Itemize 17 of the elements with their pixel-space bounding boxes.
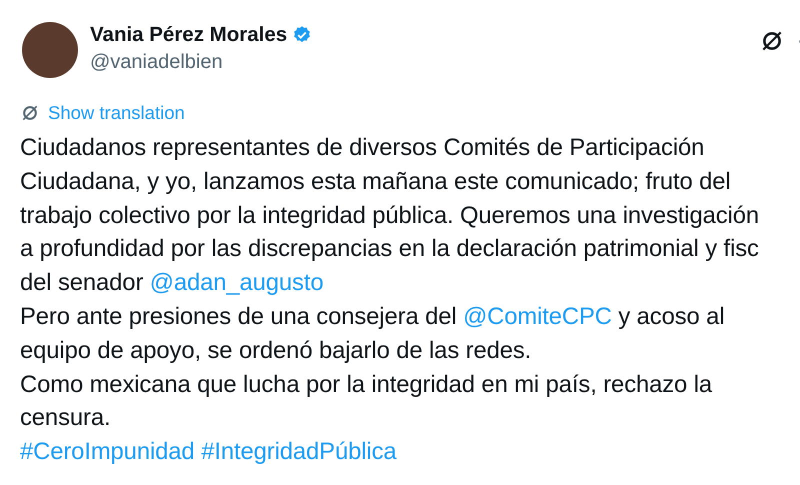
tweet-link[interactable]: @adan_augusto [150, 269, 324, 296]
slashed-circle-icon[interactable] [20, 103, 40, 123]
tweet-text-line: Ciudadana, y yo, lanzamos esta mañana este comunicado; fruto del [20, 166, 732, 197]
tweet-text-line: censura. [20, 403, 112, 434]
tweet-text-line: equipo de apoyo, se ordenó bajarlo de las redes. [20, 336, 532, 366]
tweet-text-line: Pero ante presiones de una consejera del @ComiteCPC y acoso al [20, 302, 726, 332]
author-handle: @vaniadelbien [90, 51, 224, 74]
show-translation-link[interactable]: Show translation [48, 102, 185, 124]
tweet-text-line: trabajo colectivo por la integridad pública. Queremos una investigación [20, 200, 760, 231]
tweet-link[interactable]: #CeroImpunidad [20, 438, 195, 466]
tweet-link[interactable]: @ComiteCPC [463, 302, 612, 330]
tweet-text-line: a profundidad por las discrepancias en la declaración patrimonial y fisc [20, 234, 760, 264]
tweet-text-line: Ciudadanos representantes de diversos Comités de Participación [20, 133, 706, 163]
author-name: Vania Pérez Morales [90, 23, 288, 47]
tweet-text-line: Como mexicana que lucha por la integridad en mi país, rechazo la [20, 370, 714, 400]
tweet-text-line: del senador @adan_augusto [20, 268, 324, 298]
tweet-link[interactable]: #IntegridadPública [201, 438, 397, 466]
